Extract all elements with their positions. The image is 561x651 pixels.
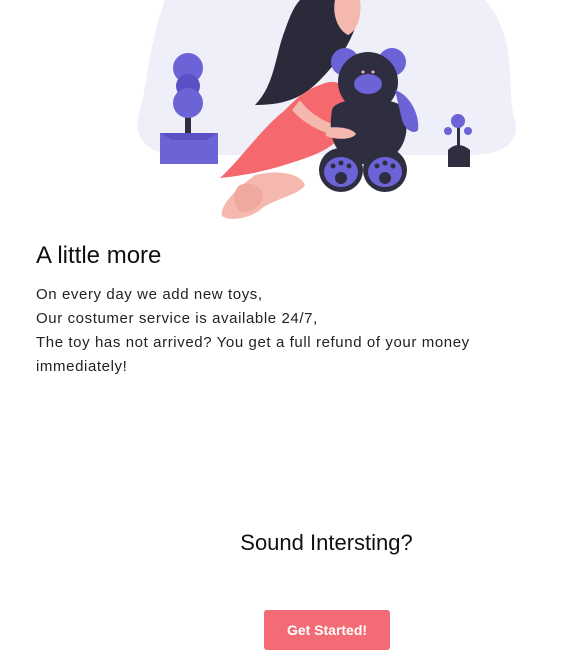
description-line: The toy has not arrived? You get a full … [36,334,470,375]
page: A little more On every day we add new to… [0,0,561,651]
get-started-button[interactable]: Get Started! [264,610,390,650]
section-title: A little more [36,242,162,269]
description-line: Our costumer service is available 24/7, [36,310,318,327]
cta-prompt: Sound Intersting? [240,530,413,555]
teddy-bear-icon [319,48,419,192]
section-description: On every day we add new toys, Our costum… [36,283,536,379]
description-line: On every day we add new toys, [36,286,263,303]
hero-illustration [137,0,516,219]
